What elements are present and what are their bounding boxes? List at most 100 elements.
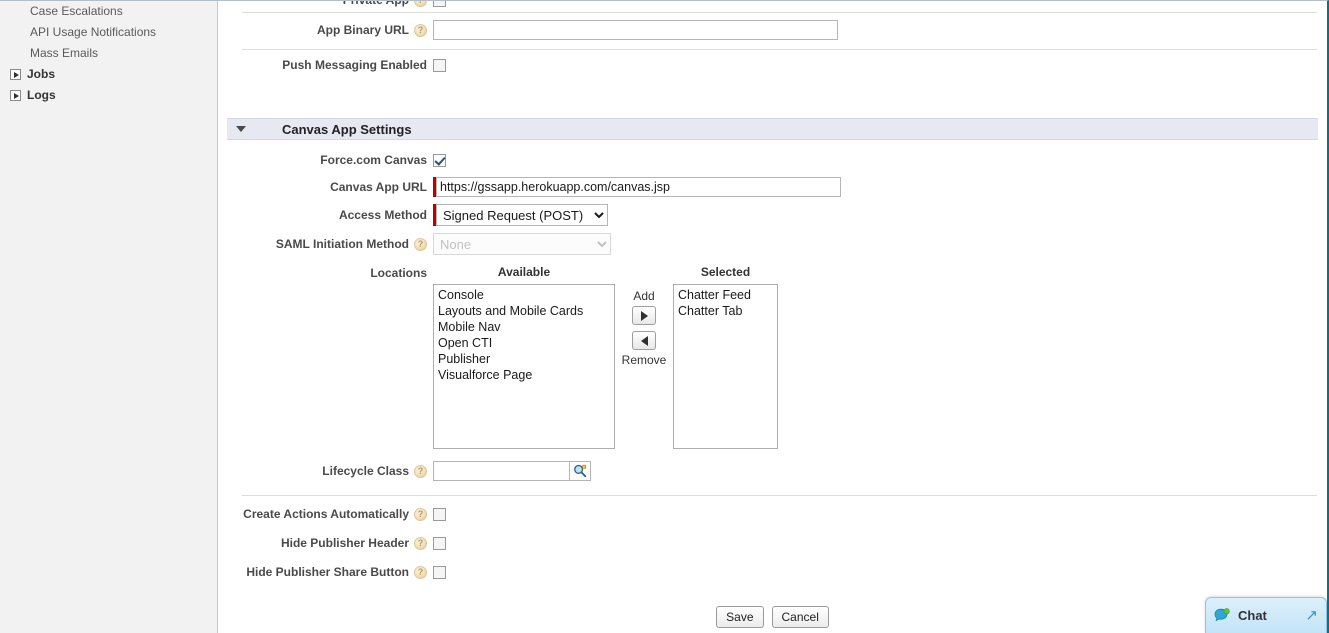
selected-listbox[interactable]: Chatter Feed Chatter Tab — [673, 284, 778, 449]
app-binary-url-row: App Binary URL — [218, 17, 1327, 43]
list-item[interactable]: Layouts and Mobile Cards — [434, 303, 614, 319]
saml-initiation-method-row: SAML Initiation Method None Identity Pro… — [218, 229, 1327, 258]
form-actions: Save Cancel — [218, 606, 1327, 628]
locations-label-wrap: Locations — [218, 265, 433, 280]
help-question-icon[interactable] — [414, 23, 427, 37]
create-actions-automatically-row: Create Actions Automatically — [218, 500, 1327, 524]
canvas-app-url-field — [433, 177, 841, 197]
canvas-app-url-label: Canvas App URL — [330, 180, 427, 194]
push-messaging-row: Push Messaging Enabled — [218, 54, 1327, 75]
app-binary-url-input[interactable] — [433, 20, 838, 40]
list-item[interactable]: Visualforce Page — [434, 367, 614, 383]
locations-label: Locations — [370, 266, 427, 280]
lifecycle-class-label: Lifecycle Class — [322, 464, 409, 478]
arrow-right-icon — [640, 310, 648, 321]
divider — [242, 12, 1317, 13]
saml-initiation-method-label-wrap: SAML Initiation Method — [218, 237, 433, 251]
private-app-label: Private App — [343, 1, 409, 7]
force-com-canvas-checkbox[interactable] — [433, 153, 446, 167]
sidebar-item-mass-emails[interactable]: Mass Emails — [0, 43, 217, 64]
remove-button[interactable] — [632, 331, 656, 350]
expand-diagonal-arrow-icon[interactable]: ↗ — [1305, 608, 1318, 623]
force-com-canvas-row: Force.com Canvas — [218, 140, 1327, 170]
selected-header: Selected — [700, 265, 751, 279]
help-question-icon[interactable] — [414, 507, 427, 521]
lifecycle-class-lookup-button[interactable] — [570, 461, 591, 481]
magnifier-lookup-icon — [574, 464, 587, 478]
push-messaging-label-wrap: Push Messaging Enabled — [218, 58, 433, 72]
private-app-checkbox[interactable] — [433, 1, 446, 7]
remove-label: Remove — [621, 353, 667, 367]
add-button[interactable] — [632, 306, 656, 325]
access-method-select[interactable]: Signed Request (POST) OAuth Webflow (GET… — [436, 204, 608, 226]
create-actions-automatically-label: Create Actions Automatically — [243, 507, 409, 521]
saml-initiation-method-label: SAML Initiation Method — [275, 237, 409, 251]
locations-multiselect: Available Console Layouts and Mobile Car… — [433, 265, 778, 449]
expand-triangle-icon[interactable] — [10, 69, 21, 80]
available-header: Available — [497, 265, 551, 279]
help-question-icon[interactable] — [414, 1, 427, 7]
hide-publisher-share-button-checkbox[interactable] — [433, 565, 446, 579]
sidebar-item-api-usage-notifications[interactable]: API Usage Notifications — [0, 22, 217, 43]
list-item[interactable]: Mobile Nav — [434, 319, 614, 335]
lifecycle-class-input[interactable] — [433, 461, 570, 481]
sidebar-item-label: Jobs — [27, 67, 56, 81]
access-method-field: Signed Request (POST) OAuth Webflow (GET… — [433, 204, 608, 226]
triangle-down-icon[interactable] — [236, 126, 246, 132]
available-column: Available Console Layouts and Mobile Car… — [433, 265, 615, 449]
cancel-button[interactable]: Cancel — [771, 606, 829, 628]
hide-publisher-header-label-wrap: Hide Publisher Header — [218, 536, 433, 550]
help-question-icon[interactable] — [414, 536, 427, 550]
sidebar-item-label: API Usage Notifications — [30, 25, 157, 39]
sidebar-item-case-escalations[interactable]: Case Escalations — [0, 1, 217, 22]
divider — [242, 49, 1317, 50]
main-content: Private App App Binary URL Push Messagin… — [218, 1, 1327, 633]
app-binary-url-label-wrap: App Binary URL — [218, 23, 433, 37]
list-item[interactable]: Chatter Tab — [674, 303, 777, 319]
chat-label: Chat — [1238, 608, 1267, 623]
lifecycle-class-row: Lifecycle Class — [218, 452, 1327, 484]
hide-publisher-share-label-wrap: Hide Publisher Share Button — [218, 565, 433, 579]
selected-column: Selected Chatter Feed Chatter Tab — [673, 265, 778, 449]
list-item[interactable]: Open CTI — [434, 335, 614, 351]
private-app-label-wrap: Private App — [218, 1, 433, 7]
push-messaging-checkbox[interactable] — [433, 58, 446, 72]
chat-widget[interactable]: Chat ↗ — [1205, 597, 1327, 633]
canvas-app-settings-header[interactable]: Canvas App Settings — [227, 118, 1318, 140]
sidebar-item-label: Logs — [27, 88, 56, 102]
sidebar: Case Escalations API Usage Notifications… — [0, 1, 218, 633]
arrow-left-icon — [640, 335, 648, 346]
page-root: Case Escalations API Usage Notifications… — [0, 0, 1329, 633]
list-item[interactable]: Publisher — [434, 351, 614, 367]
access-method-label-wrap: Access Method — [218, 208, 433, 222]
access-method-label: Access Method — [338, 208, 427, 222]
chat-bubble-icon — [1214, 607, 1230, 621]
push-messaging-label: Push Messaging Enabled — [282, 58, 427, 72]
app-binary-url-label: App Binary URL — [316, 23, 409, 37]
sidebar-item-logs[interactable]: Logs — [0, 85, 217, 106]
canvas-app-url-row: Canvas App URL — [218, 170, 1327, 200]
sidebar-item-jobs[interactable]: Jobs — [0, 64, 217, 85]
hide-publisher-share-button-row: Hide Publisher Share Button — [218, 553, 1327, 582]
list-item[interactable]: Chatter Feed — [674, 287, 777, 303]
add-remove-controls: Add Remove — [615, 265, 673, 367]
available-listbox[interactable]: Console Layouts and Mobile Cards Mobile … — [433, 284, 615, 449]
hide-publisher-header-checkbox[interactable] — [433, 536, 446, 550]
create-actions-automatically-checkbox[interactable] — [433, 507, 446, 521]
sidebar-item-label: Case Escalations — [30, 4, 123, 18]
expand-triangle-icon[interactable] — [10, 90, 21, 101]
lifecycle-class-label-wrap: Lifecycle Class — [218, 464, 433, 478]
list-item[interactable]: Console — [434, 287, 614, 303]
force-com-canvas-label: Force.com Canvas — [320, 153, 427, 167]
canvas-app-url-input[interactable] — [436, 177, 841, 197]
help-question-icon[interactable] — [414, 237, 427, 251]
save-button[interactable]: Save — [716, 606, 764, 628]
add-label: Add — [633, 289, 655, 303]
sidebar-item-label: Mass Emails — [30, 46, 99, 60]
create-actions-label-wrap: Create Actions Automatically — [218, 507, 433, 521]
help-question-icon[interactable] — [414, 565, 427, 579]
saml-initiation-method-select[interactable]: None Identity Provider Initiated Service… — [433, 233, 611, 255]
section-title: Canvas App Settings — [282, 121, 412, 137]
private-app-row: Private App — [218, 1, 1327, 10]
help-question-icon[interactable] — [414, 464, 427, 478]
